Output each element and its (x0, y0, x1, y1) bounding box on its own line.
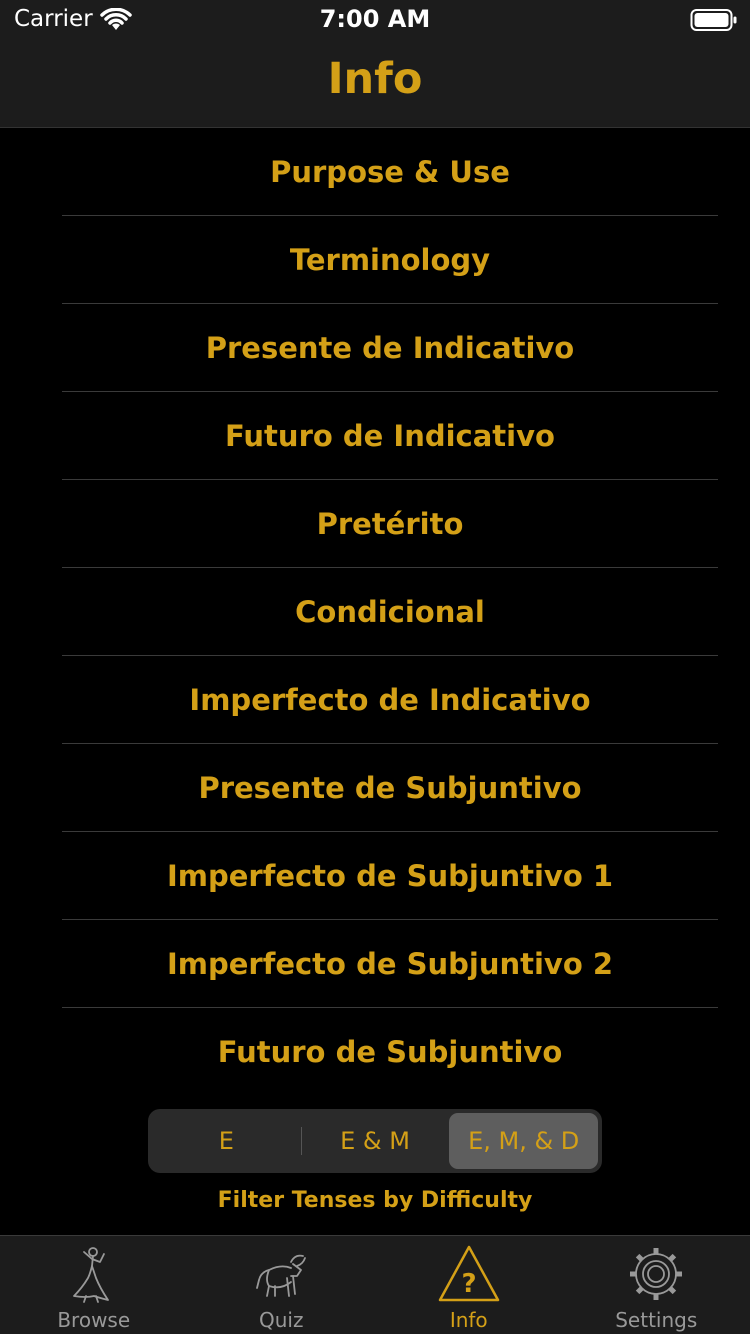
tab-browse[interactable]: Browse (0, 1236, 188, 1334)
status-bar: Carrier 7:00 AM (0, 0, 750, 40)
tab-info-label: Info (449, 1308, 488, 1332)
topic-item-futuro-indicativo[interactable]: Futuro de Indicativo (62, 392, 718, 480)
topic-item-condicional[interactable]: Condicional (62, 568, 718, 656)
bull-icon (256, 1254, 307, 1297)
topic-item-terminology[interactable]: Terminology (62, 216, 718, 304)
status-time: 7:00 AM (319, 5, 431, 33)
topic-item-imperfecto-subjuntivo-1[interactable]: Imperfecto de Subjuntivo 1 (62, 832, 718, 920)
tab-settings[interactable]: Settings (563, 1236, 750, 1334)
gear-icon (630, 1248, 683, 1300)
difficulty-segmented-control: E E & M E, M, & D (148, 1109, 602, 1173)
battery-icon (690, 9, 737, 31)
question-triangle-icon: ? (438, 1245, 499, 1302)
topic-item-futuro-subjuntivo[interactable]: Futuro de Subjuntivo (62, 1008, 718, 1096)
topic-item-imperfecto-indicativo[interactable]: Imperfecto de Indicativo (62, 656, 718, 744)
tab-quiz-label: Quiz (259, 1308, 304, 1332)
page-title: Info (327, 54, 423, 104)
topic-item-presente-subjuntivo[interactable]: Presente de Subjuntivo (62, 744, 718, 832)
tab-browse-label: Browse (57, 1308, 131, 1332)
topic-item-purpose-use[interactable]: Purpose & Use (62, 128, 718, 216)
difficulty-option-e-m[interactable]: E & M (300, 1113, 450, 1169)
topic-item-imperfecto-subjuntivo-2[interactable]: Imperfecto de Subjuntivo 2 (62, 920, 718, 1008)
topic-list: Purpose & Use Terminology Presente de In… (62, 128, 718, 1096)
tab-info[interactable]: ? Info (375, 1236, 563, 1334)
difficulty-option-e[interactable]: E (152, 1113, 301, 1169)
dancer-icon (72, 1247, 109, 1303)
svg-text:?: ? (461, 1269, 476, 1299)
topic-item-presente-indicativo[interactable]: Presente de Indicativo (62, 304, 718, 392)
difficulty-filter-caption: Filter Tenses by Difficulty (217, 1188, 533, 1213)
tab-quiz[interactable]: Quiz (188, 1236, 376, 1334)
difficulty-option-e-m-d[interactable]: E, M, & D (449, 1113, 599, 1169)
tab-settings-label: Settings (615, 1308, 698, 1332)
tab-bar: Browse Quiz ? Info Settings (0, 1235, 750, 1334)
navigation-bar: Info (0, 40, 750, 128)
topic-item-preterito[interactable]: Pretérito (62, 480, 718, 568)
